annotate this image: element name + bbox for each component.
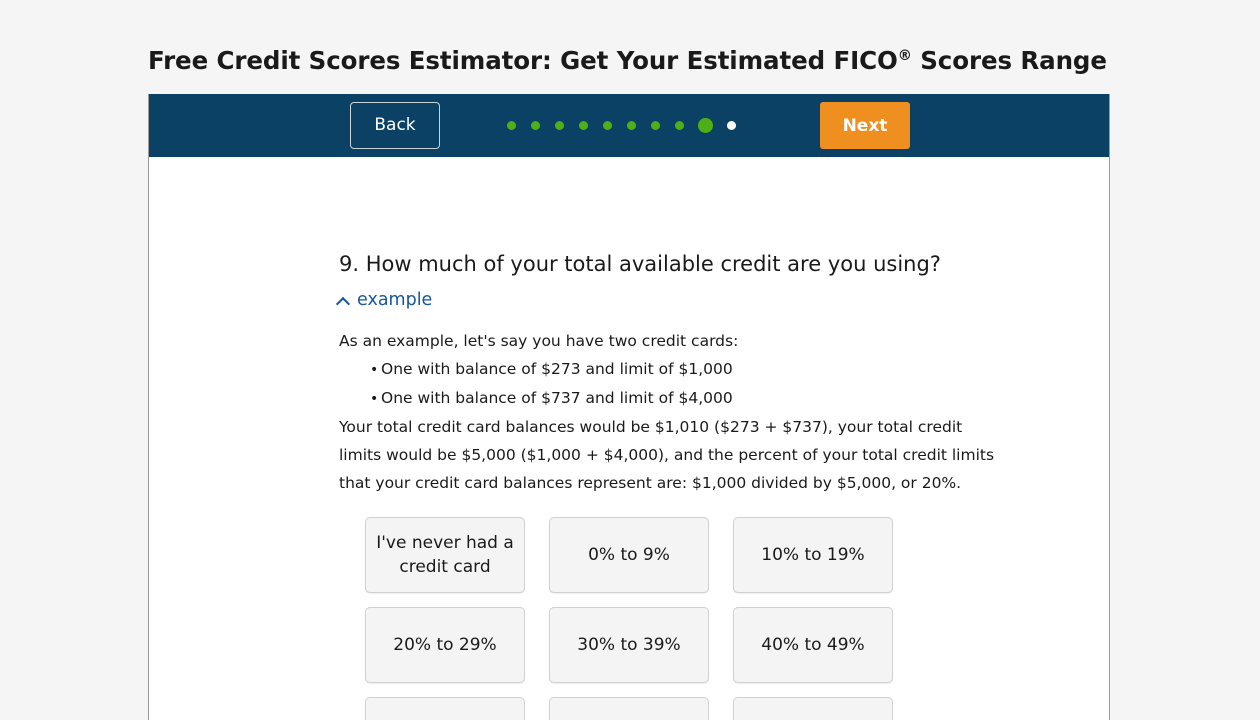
registered-trademark-icon: ®	[897, 47, 912, 64]
example-toggle[interactable]: example	[337, 290, 432, 310]
estimator-card: Back Next 9. How much of your total avai…	[148, 94, 1110, 720]
answer-options-grid: I've never had a credit card 0% to 9% 10…	[365, 517, 893, 720]
progress-dot-3[interactable]	[555, 121, 564, 130]
next-button[interactable]: Next	[820, 102, 910, 149]
progress-dot-6[interactable]	[627, 121, 636, 130]
option-never-had-credit-card[interactable]: I've never had a credit card	[365, 517, 525, 593]
option-0-to-9[interactable]: 0% to 9%	[549, 517, 709, 593]
option-70-to-89[interactable]: 70% to 89%	[549, 697, 709, 720]
option-40-to-49[interactable]: 40% to 49%	[733, 607, 893, 683]
chevron-up-icon	[337, 295, 350, 308]
progress-dot-2[interactable]	[531, 121, 540, 130]
example-intro: As an example, let's say you have two cr…	[339, 332, 739, 350]
wizard-navbar: Back Next	[149, 94, 1109, 157]
progress-dot-1[interactable]	[507, 121, 516, 130]
option-20-to-29[interactable]: 20% to 29%	[365, 607, 525, 683]
example-bullet-list: One with balance of $273 and limit of $1…	[381, 355, 999, 413]
example-summary: Your total credit card balances would be…	[339, 418, 995, 492]
page-title-text: Free Credit Scores Estimator: Get Your E…	[148, 46, 898, 75]
option-30-to-39[interactable]: 30% to 39%	[549, 607, 709, 683]
example-body: As an example, let's say you have two cr…	[339, 327, 999, 497]
option-90-to-99[interactable]: 90% to 99%	[733, 697, 893, 720]
option-10-to-19[interactable]: 10% to 19%	[733, 517, 893, 593]
list-item: One with balance of $737 and limit of $4…	[381, 384, 999, 413]
option-50-to-69[interactable]: 50% to 69%	[365, 697, 525, 720]
progress-dot-9-current[interactable]	[698, 118, 713, 133]
question-heading: 9. How much of your total available cred…	[339, 252, 941, 276]
progress-dot-10-upcoming[interactable]	[727, 121, 736, 130]
page-root: Free Credit Scores Estimator: Get Your E…	[0, 0, 1260, 720]
progress-dot-8[interactable]	[675, 121, 684, 130]
progress-indicator	[507, 94, 736, 157]
progress-dot-7[interactable]	[651, 121, 660, 130]
back-button[interactable]: Back	[350, 102, 440, 149]
page-title: Free Credit Scores Estimator: Get Your E…	[148, 46, 1107, 75]
progress-dot-4[interactable]	[579, 121, 588, 130]
page-title-suffix: Scores Range	[911, 46, 1107, 75]
example-toggle-label: example	[357, 290, 433, 310]
list-item: One with balance of $273 and limit of $1…	[381, 355, 999, 384]
progress-dot-5[interactable]	[603, 121, 612, 130]
